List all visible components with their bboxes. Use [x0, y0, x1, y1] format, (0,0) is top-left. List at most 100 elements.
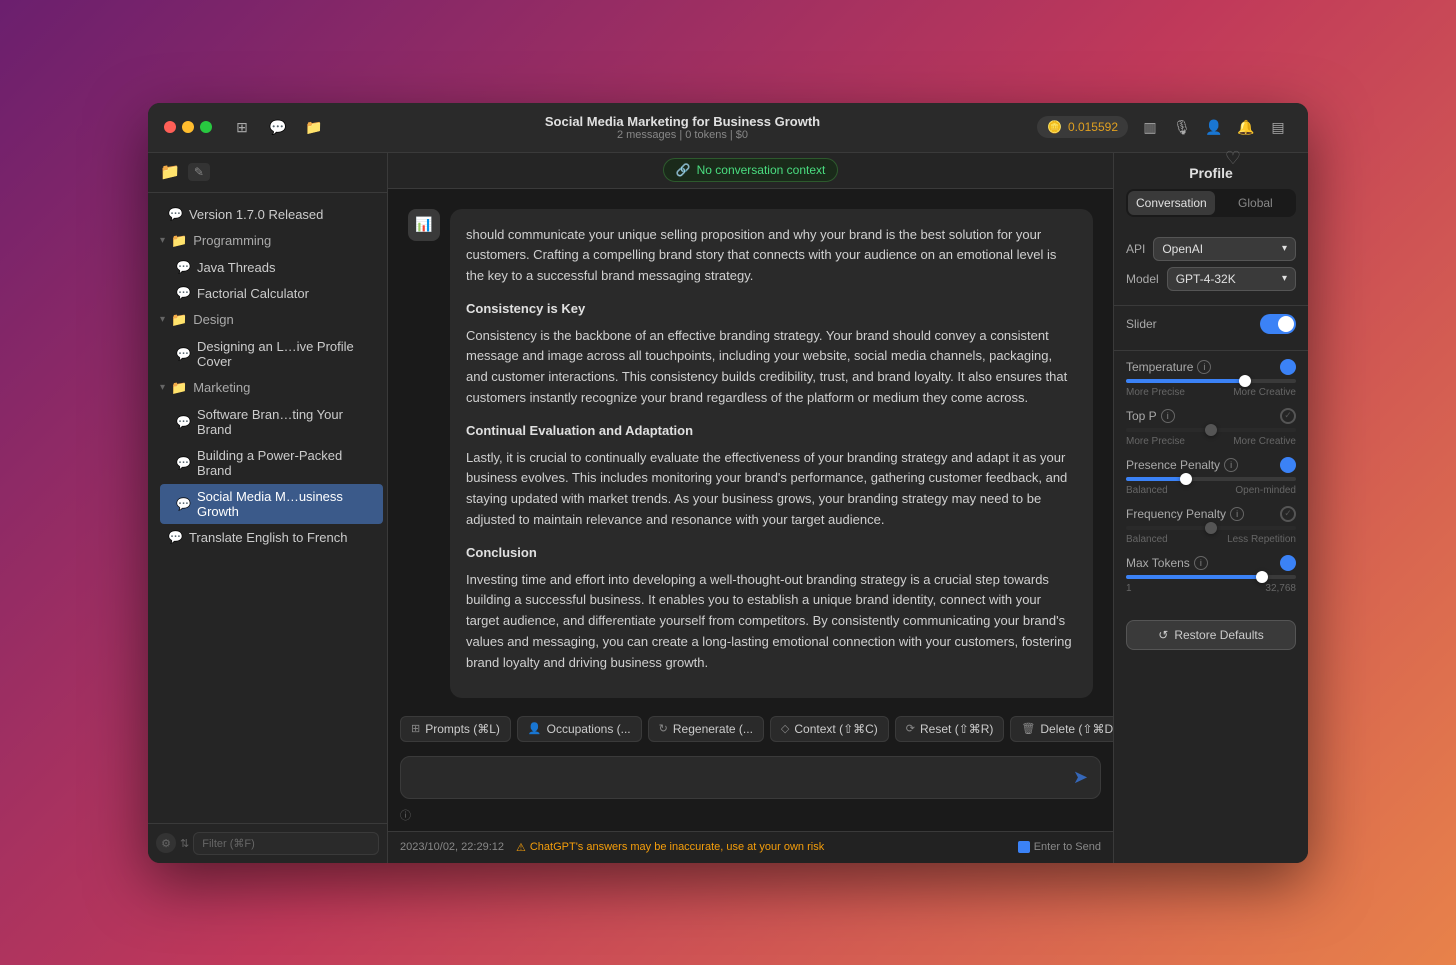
max-tokens-thumb[interactable] [1256, 571, 1268, 583]
frequency-penalty-text: Frequency Penalty [1126, 507, 1226, 521]
top-p-track[interactable] [1126, 428, 1296, 432]
temperature-meta: More Precise More Creative [1126, 387, 1296, 398]
chevron-down-icon: ▾ [160, 235, 165, 246]
folder-icon[interactable]: 📁 [300, 113, 328, 141]
sidebar-item-profile-cover[interactable]: 💬 Designing an L…ive Profile Cover [160, 334, 383, 374]
profile-header: Profile Conversation Global [1114, 153, 1308, 229]
context-button[interactable]: ◇ Context (⇧⌘C) [770, 716, 889, 742]
sidebar-item-social-media[interactable]: 💬 Social Media M…usiness Growth [160, 484, 383, 524]
maximize-button[interactable] [200, 121, 212, 133]
settings-icon[interactable]: ⚙ [156, 833, 176, 853]
message-bubble: should communicate your unique selling p… [450, 209, 1093, 698]
waveform-icon: 📊 [415, 216, 432, 233]
frequency-penalty-slider-row: Frequency Penalty i ✓ Balanced Less Repe… [1126, 506, 1296, 545]
presence-penalty-label: Presence Penalty i [1126, 458, 1238, 472]
chat-bubble-icon: 💬 [168, 207, 183, 221]
chevron-api-icon: ▾ [1282, 243, 1287, 254]
profile-cover-label: Designing an L…ive Profile Cover [197, 339, 371, 369]
model-value: GPT-4-32K [1176, 272, 1236, 286]
top-p-thumb[interactable] [1205, 424, 1217, 436]
model-dropdown[interactable]: GPT-4-32K ▾ [1167, 267, 1296, 291]
slider-label: Slider [1126, 317, 1157, 331]
occupations-icon: 👤 [528, 722, 542, 735]
design-label: Design [193, 312, 233, 327]
max-tokens-info-icon[interactable]: i [1194, 556, 1208, 570]
frequency-penalty-label-row: Frequency Penalty i ✓ [1126, 506, 1296, 522]
chevron-design-icon: ▾ [160, 314, 165, 325]
heading-2: Continual Evaluation and Adaptation [466, 421, 1077, 442]
voice-icon[interactable]: 🎙 [1168, 113, 1196, 141]
top-p-left-label: More Precise [1126, 436, 1185, 447]
regenerate-button[interactable]: ↻ Regenerate (... [648, 716, 764, 742]
chat-input[interactable] [413, 767, 1065, 787]
panel-icon[interactable]: ▥ [1136, 113, 1164, 141]
api-dropdown[interactable]: OpenAI ▾ [1153, 237, 1296, 261]
prompts-button[interactable]: ⊞ Prompts (⌘L) [400, 716, 511, 742]
sidebar-edit-icon[interactable]: ✎ [188, 163, 210, 181]
chat-icon[interactable]: 💬 [264, 113, 292, 141]
tab-global[interactable]: Global [1217, 191, 1294, 215]
send-button[interactable]: ➤ [1073, 767, 1088, 788]
max-tokens-track[interactable] [1126, 575, 1296, 579]
filter-input[interactable]: Filter (⌘F) [193, 832, 379, 855]
api-row: API OpenAI ▾ [1126, 237, 1296, 261]
sidebar-bottom: ⚙ ⇅ Filter (⌘F) [148, 823, 387, 863]
folder-design-icon: 📁 [171, 312, 187, 328]
presence-active-indicator [1280, 457, 1296, 473]
power-packed-label: Building a Power-Packed Brand [197, 448, 371, 478]
sort-icon[interactable]: ⇅ [180, 837, 189, 850]
slider-toggle[interactable] [1260, 314, 1296, 334]
layout-icon[interactable]: ▤ [1264, 113, 1292, 141]
enter-send-checkbox[interactable] [1018, 841, 1030, 853]
presence-penalty-info-icon[interactable]: i [1224, 458, 1238, 472]
top-p-info-icon[interactable]: i [1161, 409, 1175, 423]
temperature-label: Temperature i [1126, 360, 1211, 374]
sidebar-section-marketing[interactable]: ▾ 📁 Marketing [152, 375, 383, 401]
warning-icon: ⚠ [516, 841, 526, 854]
message-row: 📊 should communicate your unique selling… [408, 209, 1093, 698]
sidebar-item-version[interactable]: 💬 Version 1.7.0 Released [152, 202, 383, 227]
sidebar-item-factorial[interactable]: 💬 Factorial Calculator [160, 281, 383, 306]
restore-defaults-button[interactable]: ↺ Restore Defaults [1126, 620, 1296, 650]
close-button[interactable] [164, 121, 176, 133]
delete-button[interactable]: 🗑 Delete (⇧⌘D) [1010, 716, 1113, 742]
sidebar: 📁 ✎ 💬 Version 1.7.0 Released ▾ 📁 Program… [148, 153, 388, 863]
occupations-button[interactable]: 👤 Occupations (... [517, 716, 642, 742]
model-row: Model GPT-4-32K ▾ [1126, 267, 1296, 291]
titlebar-right: 🪙 0.015592 ▥ 🎙 👤 🔔 ▤ [1037, 113, 1292, 141]
traffic-lights [164, 121, 212, 133]
filter-label: Filter (⌘F) [202, 837, 255, 850]
sidebar-item-translate[interactable]: 💬 Translate English to French [152, 525, 383, 550]
enter-to-send: Enter to Send [1018, 841, 1101, 853]
chat-translate-icon: 💬 [168, 530, 183, 544]
sidebar-item-power-packed[interactable]: 💬 Building a Power-Packed Brand [160, 443, 383, 483]
frequency-thumb[interactable] [1205, 522, 1217, 534]
presence-track[interactable] [1126, 477, 1296, 481]
tab-conversation[interactable]: Conversation [1128, 191, 1215, 215]
sliders-section: Temperature i More Precise More Creative [1114, 350, 1308, 612]
api-value: OpenAI [1162, 242, 1203, 256]
sidebar-section-design[interactable]: ▾ 📁 Design [152, 307, 383, 333]
slider-toggle-section: Slider [1114, 305, 1308, 350]
model-label: Model [1126, 272, 1159, 286]
presence-right-label: Open-minded [1235, 485, 1296, 496]
translate-label: Translate English to French [189, 530, 347, 545]
temperature-thumb[interactable] [1239, 375, 1251, 387]
sidebar-section-programming[interactable]: ▾ 📁 Programming [152, 228, 383, 254]
temperature-slider-row: Temperature i More Precise More Creative [1126, 359, 1296, 398]
sidebar-toggle-icon[interactable]: ⊞ [228, 113, 256, 141]
bell-icon[interactable]: 🔔 [1232, 113, 1260, 141]
sidebar-item-software-brand[interactable]: 💬 Software Bran…ting Your Brand [160, 402, 383, 442]
minimize-button[interactable] [182, 121, 194, 133]
max-tokens-min: 1 [1126, 583, 1132, 594]
reset-button[interactable]: ⟳ Reset (⇧⌘R) [895, 716, 1005, 742]
frequency-track[interactable] [1126, 526, 1296, 530]
delete-label: Delete (⇧⌘D) [1040, 722, 1113, 736]
presence-thumb[interactable] [1180, 473, 1192, 485]
heading-1: Consistency is Key [466, 299, 1077, 320]
temperature-track[interactable] [1126, 379, 1296, 383]
user-icon[interactable]: 👤 [1200, 113, 1228, 141]
temperature-info-icon[interactable]: i [1197, 360, 1211, 374]
sidebar-item-java-threads[interactable]: 💬 Java Threads [160, 255, 383, 280]
frequency-penalty-info-icon[interactable]: i [1230, 507, 1244, 521]
